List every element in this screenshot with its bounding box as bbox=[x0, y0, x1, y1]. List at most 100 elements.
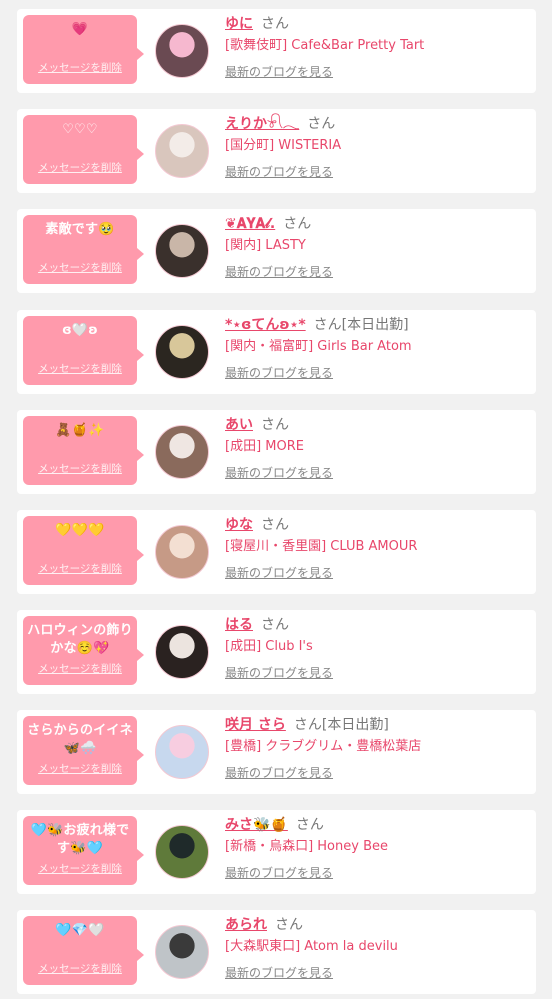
name-line: 咲月 さら さん[本日出勤] bbox=[225, 714, 528, 736]
honorific: さん bbox=[283, 216, 312, 232]
name-line: ゆな さん bbox=[225, 514, 528, 536]
cast-name-link[interactable]: あられ bbox=[225, 917, 267, 933]
delete-message-link[interactable]: メッセージを削除 bbox=[23, 260, 137, 275]
message-text: 💗 bbox=[71, 22, 89, 37]
delete-message-link[interactable]: メッセージを削除 bbox=[23, 461, 137, 476]
cast-name-link[interactable]: ❦𝐀𝐘𝐀𝓁. bbox=[225, 216, 275, 232]
delete-message-link[interactable]: メッセージを削除 bbox=[23, 861, 137, 876]
name-line: ❦𝐀𝐘𝐀𝓁. さん bbox=[225, 213, 528, 235]
cast-name-link[interactable]: ゆな bbox=[225, 517, 253, 533]
shop-area-name: [関内・福富町] Girls Bar Atom bbox=[225, 339, 412, 354]
delete-message-link[interactable]: メッセージを削除 bbox=[23, 561, 137, 576]
cast-card: 素敵です🥹 メッセージを削除 ❦𝐀𝐘𝐀𝓁. さん [関内] LASTY 最新のブロ… bbox=[17, 209, 536, 293]
cast-info: *⋆ɞてんʚ⋆* さん[本日出勤] [関内・福富町] Girls Bar Atom… bbox=[225, 314, 528, 384]
cast-info: あられ さん [大森駅東口] Atom la devilu 最新のブログを見る bbox=[225, 914, 528, 984]
latest-blog-link[interactable]: 最新のブログを見る bbox=[225, 762, 528, 784]
cast-info: ❦𝐀𝐘𝐀𝓁. さん [関内] LASTY 最新のブログを見る bbox=[225, 213, 528, 283]
message-bubble: 🩵🐝お疲れ様です🐝🩵 メッセージを削除 bbox=[23, 816, 144, 885]
cast-card: 🧸🍯✨ メッセージを削除 あい さん [成田] MORE 最新のブログを見る bbox=[17, 410, 536, 494]
cast-name-link[interactable]: 咲月 さら bbox=[225, 717, 286, 733]
avatar[interactable] bbox=[155, 24, 209, 78]
avatar[interactable] bbox=[155, 425, 209, 479]
delete-message-link[interactable]: メッセージを削除 bbox=[23, 661, 137, 676]
cast-info: 咲月 さら さん[本日出勤] [豊橋] クラブグリム・豊橋松葉店 最新のブログを見… bbox=[225, 714, 528, 784]
shop-area-name: [豊橋] クラブグリム・豊橋松葉店 bbox=[225, 739, 422, 754]
delete-message-link[interactable]: メッセージを削除 bbox=[23, 361, 137, 376]
cast-name-link[interactable]: *⋆ɞてんʚ⋆* bbox=[225, 317, 306, 333]
latest-blog-link[interactable]: 最新のブログを見る bbox=[225, 261, 528, 283]
avatar[interactable] bbox=[155, 725, 209, 779]
message-bubble: さらからのイイネ🦋🌨️ メッセージを削除 bbox=[23, 716, 144, 785]
avatar[interactable] bbox=[155, 525, 209, 579]
cast-info: はる さん [成田] Club I's 最新のブログを見る bbox=[225, 614, 528, 684]
cast-card: ɞ🤍ʚ メッセージを削除 *⋆ɞてんʚ⋆* さん[本日出勤] [関内・福富町] G… bbox=[17, 310, 536, 394]
avatar[interactable] bbox=[155, 224, 209, 278]
cast-name-link[interactable]: あい bbox=[225, 417, 253, 433]
cast-name-link[interactable]: はる bbox=[225, 617, 253, 633]
latest-blog-link[interactable]: 最新のブログを見る bbox=[225, 562, 528, 584]
cast-info: ゆに さん [歌舞伎町] Cafe&Bar Pretty Tart 最新のブログを… bbox=[225, 13, 528, 83]
honorific: さん bbox=[261, 417, 289, 433]
shop-area-name: [国分町] WISTERIA bbox=[225, 138, 342, 153]
latest-blog-link[interactable]: 最新のブログを見る bbox=[225, 862, 528, 884]
latest-blog-link[interactable]: 最新のブログを見る bbox=[225, 161, 528, 183]
avatar[interactable] bbox=[155, 925, 209, 979]
shop-area-name: [寝屋川・香里園] CLUB AMOUR bbox=[225, 539, 418, 554]
delete-message-link[interactable]: メッセージを削除 bbox=[23, 60, 137, 75]
cast-card: さらからのイイネ🦋🌨️ メッセージを削除 咲月 さら さん[本日出勤] [豊橋] … bbox=[17, 710, 536, 794]
avatar[interactable] bbox=[155, 124, 209, 178]
shop-area-name: [成田] MORE bbox=[225, 439, 304, 454]
name-line: みさ🐝🍯 さん bbox=[225, 814, 528, 836]
cast-card: 🩵💎🤍 メッセージを削除 あられ さん [大森駅東口] Atom la devil… bbox=[17, 910, 536, 994]
message-bubble: 💛💛💛 メッセージを削除 bbox=[23, 516, 144, 585]
honorific: さん bbox=[313, 317, 342, 333]
cast-info: あい さん [成田] MORE 最新のブログを見る bbox=[225, 414, 528, 484]
name-line: あられ さん bbox=[225, 914, 528, 936]
name-line: *⋆ɞてんʚ⋆* さん[本日出勤] bbox=[225, 314, 528, 336]
delete-message-link[interactable]: メッセージを削除 bbox=[23, 160, 137, 175]
honorific: さん bbox=[275, 917, 303, 933]
message-bubble: ɞ🤍ʚ メッセージを削除 bbox=[23, 316, 144, 385]
shop-area-name: [新橋・烏森口] Honey Bee bbox=[225, 839, 388, 854]
honorific: さん bbox=[295, 817, 324, 833]
message-bubble: 素敵です🥹 メッセージを削除 bbox=[23, 215, 144, 284]
latest-blog-link[interactable]: 最新のブログを見る bbox=[225, 61, 528, 83]
cast-name-link[interactable]: みさ🐝🍯 bbox=[225, 817, 288, 833]
avatar[interactable] bbox=[155, 825, 209, 879]
cast-info: みさ🐝🍯 さん [新橋・烏森口] Honey Bee 最新のブログを見る bbox=[225, 814, 528, 884]
message-text: 🩵🐝お疲れ様です🐝🩵 bbox=[30, 823, 130, 856]
honorific: さん bbox=[293, 717, 322, 733]
latest-blog-link[interactable]: 最新のブログを見る bbox=[225, 362, 528, 384]
shop-area-name: [成田] Club I's bbox=[225, 639, 313, 654]
honorific: さん bbox=[261, 617, 289, 633]
name-line: あい さん bbox=[225, 414, 528, 436]
name-line: えりか𓍯𓂃 さん bbox=[225, 113, 528, 135]
latest-blog-link[interactable]: 最新のブログを見る bbox=[225, 462, 528, 484]
message-text: ハロウィンの飾りかな☺️💖 bbox=[27, 623, 133, 656]
avatar[interactable] bbox=[155, 325, 209, 379]
message-text: 🩵💎🤍 bbox=[55, 923, 105, 938]
message-text: さらからのイイネ🦋🌨️ bbox=[27, 723, 133, 756]
favorite-cast-list: 💗 メッセージを削除 ゆに さん [歌舞伎町] Cafe&Bar Pretty T… bbox=[0, 0, 552, 999]
message-bubble: 💗 メッセージを削除 bbox=[23, 15, 144, 84]
message-bubble: ♡♡♡ メッセージを削除 bbox=[23, 115, 144, 184]
delete-message-link[interactable]: メッセージを削除 bbox=[23, 761, 137, 776]
honorific: さん bbox=[307, 116, 336, 132]
avatar[interactable] bbox=[155, 625, 209, 679]
cast-name-link[interactable]: ゆに bbox=[225, 16, 253, 32]
message-text: ɞ🤍ʚ bbox=[62, 323, 98, 338]
work-status: [本日出勤] bbox=[321, 717, 389, 733]
delete-message-link[interactable]: メッセージを削除 bbox=[23, 961, 137, 976]
cast-name-link[interactable]: えりか𓍯𓂃 bbox=[225, 116, 299, 132]
work-status: [本日出勤] bbox=[341, 317, 409, 333]
latest-blog-link[interactable]: 最新のブログを見る bbox=[225, 662, 528, 684]
message-bubble: 🩵💎🤍 メッセージを削除 bbox=[23, 916, 144, 985]
cast-info: ゆな さん [寝屋川・香里園] CLUB AMOUR 最新のブログを見る bbox=[225, 514, 528, 584]
cast-card: 💗 メッセージを削除 ゆに さん [歌舞伎町] Cafe&Bar Pretty T… bbox=[17, 9, 536, 93]
message-bubble: ハロウィンの飾りかな☺️💖 メッセージを削除 bbox=[23, 616, 144, 685]
name-line: はる さん bbox=[225, 614, 528, 636]
shop-area-name: [歌舞伎町] Cafe&Bar Pretty Tart bbox=[225, 38, 425, 53]
latest-blog-link[interactable]: 最新のブログを見る bbox=[225, 962, 528, 984]
cast-card: ♡♡♡ メッセージを削除 えりか𓍯𓂃 さん [国分町] WISTERIA 最新のブ… bbox=[17, 109, 536, 193]
cast-card: 💛💛💛 メッセージを削除 ゆな さん [寝屋川・香里園] CLUB AMOUR 最… bbox=[17, 510, 536, 594]
